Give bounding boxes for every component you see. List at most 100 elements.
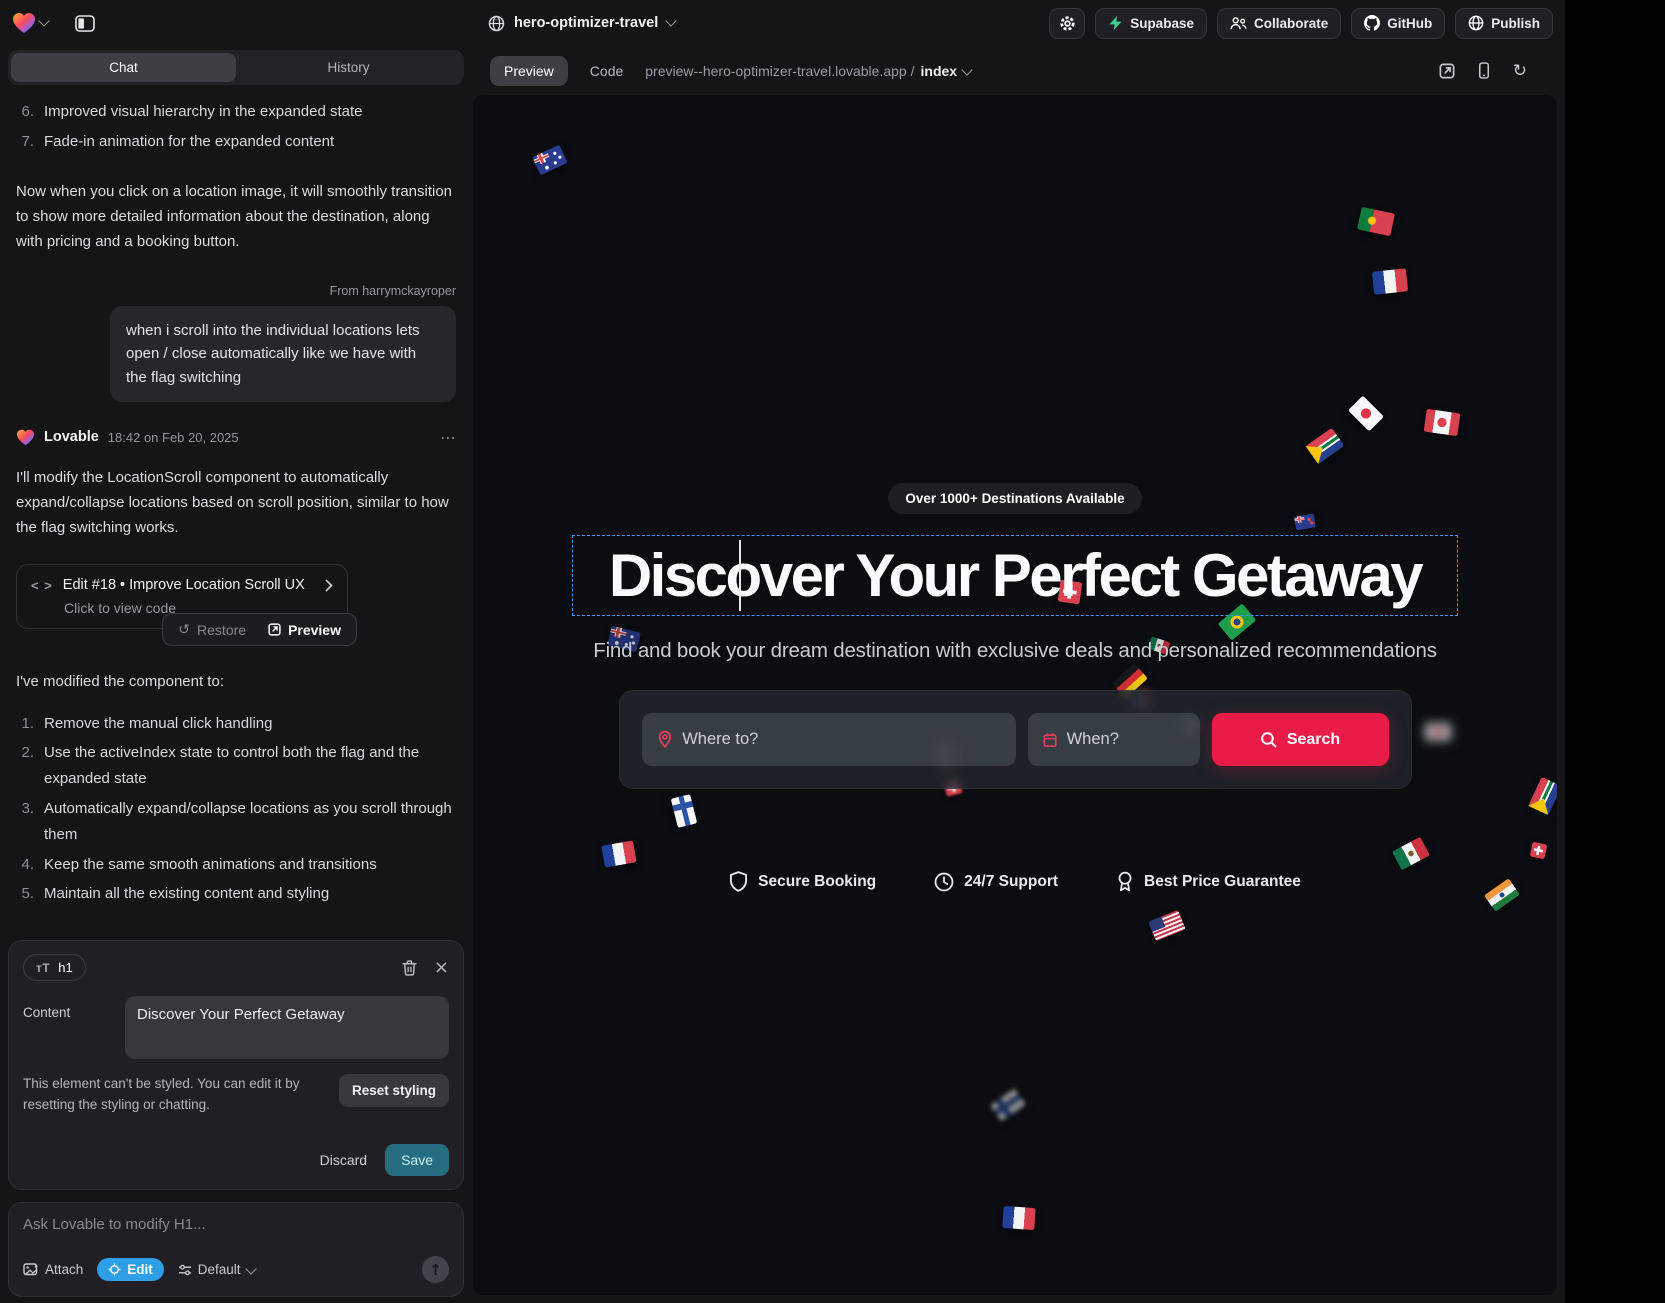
preview-url[interactable]: preview--hero-optimizer-travel.lovable.a… — [645, 63, 971, 79]
mobile-view-button[interactable] — [1478, 62, 1490, 79]
app-window: hero-optimizer-travel Supabase — [0, 0, 1565, 1303]
where-input[interactable] — [682, 730, 1000, 749]
chevron-down-icon — [961, 64, 972, 75]
search-button[interactable]: Search — [1212, 713, 1389, 766]
south-africa-flag-icon — [1306, 428, 1345, 464]
tab-history[interactable]: History — [236, 53, 461, 82]
send-button[interactable]: ↑ — [422, 1256, 449, 1283]
lovable-logo-menu[interactable] — [12, 12, 48, 34]
message-menu-button[interactable]: ⋯ — [440, 428, 456, 447]
usa-flag-icon — [1148, 910, 1186, 941]
tab-code[interactable]: Code — [590, 63, 623, 79]
feature-secure-booking: Secure Booking — [729, 871, 876, 892]
feature-support: 24/7 Support — [934, 872, 1058, 892]
chat-sidebar: Chat History 6. Improved visual hierarch… — [0, 46, 472, 1303]
lovable-heart-icon — [12, 12, 36, 34]
element-content-input[interactable]: Discover Your Perfect Getaway — [125, 996, 449, 1059]
japan-flag-icon — [1425, 723, 1451, 741]
chevron-right-icon — [325, 579, 333, 592]
restore-button[interactable]: ↺ Restore — [167, 622, 257, 638]
publish-button[interactable]: Publish — [1455, 8, 1553, 39]
trash-icon — [402, 960, 417, 976]
typography-icon: тT — [36, 961, 50, 975]
search-icon — [1260, 731, 1277, 748]
collaborate-button[interactable]: Collaborate — [1217, 8, 1341, 39]
award-icon — [1116, 871, 1134, 892]
assistant-paragraph: Now when you click on a location image, … — [16, 179, 456, 255]
delete-element-button[interactable] — [402, 960, 417, 976]
refresh-icon[interactable]: ↻ — [1513, 61, 1527, 81]
where-field[interactable] — [642, 713, 1016, 766]
hero-title[interactable]: Discover Your Perfect Getaway — [609, 541, 1421, 610]
destinations-badge: Over 1000+ Destinations Available — [888, 483, 1141, 514]
chat-messages[interactable]: 6. Improved visual hierarchy in the expa… — [0, 85, 472, 904]
image-icon — [23, 1263, 39, 1277]
save-button[interactable]: Save — [385, 1144, 449, 1176]
when-input[interactable] — [1067, 730, 1185, 749]
github-button[interactable]: GitHub — [1351, 8, 1445, 39]
hero-section: Over 1000+ Destinations Available Discov… — [615, 483, 1415, 892]
chevron-down-icon — [38, 15, 49, 26]
list-item: 7. Fade-in animation for the expanded co… — [16, 129, 456, 155]
chat-message-input[interactable] — [23, 1216, 449, 1233]
version-actions: ↺ Restore Preview — [162, 613, 357, 646]
search-bar: Search — [619, 690, 1412, 789]
canada-flag-icon — [1424, 409, 1461, 437]
assistant-name: Lovable — [44, 429, 99, 445]
chevron-down-icon — [245, 1263, 256, 1274]
element-tag-label: h1 — [58, 960, 72, 975]
assistant-paragraph: I've modified the component to: — [16, 669, 456, 694]
supabase-button[interactable]: Supabase — [1095, 8, 1207, 39]
feature-best-price: Best Price Guarantee — [1116, 871, 1301, 892]
open-in-new-tab-button[interactable] — [1439, 63, 1455, 79]
discard-button[interactable]: Discard — [320, 1152, 367, 1168]
edit-mode-toggle[interactable]: Edit — [97, 1258, 164, 1281]
smartphone-icon — [1478, 62, 1490, 79]
calendar-icon — [1043, 731, 1057, 749]
target-icon — [108, 1263, 121, 1276]
h1-selection-box[interactable]: Discover Your Perfect Getaway — [572, 535, 1458, 616]
supabase-icon — [1108, 15, 1123, 31]
project-name: hero-optimizer-travel — [514, 15, 658, 31]
settings-button[interactable] — [1049, 8, 1085, 39]
globe-icon — [488, 15, 505, 32]
preview-viewport[interactable]: Over 1000+ Destinations Available Discov… — [473, 95, 1557, 1295]
gear-icon — [1059, 15, 1076, 32]
edit-card-title: Edit #18 • Improve Location Scroll UX — [63, 577, 315, 593]
toggle-sidebar-button[interactable] — [68, 6, 102, 40]
tab-chat[interactable]: Chat — [11, 53, 236, 82]
element-editor-panel: тT h1 × Content Discover Your — [8, 940, 464, 1190]
hero-subtitle: Find and book your dream destination wit… — [593, 639, 1437, 663]
clock-icon — [934, 872, 954, 892]
github-icon — [1364, 15, 1380, 31]
edit-version-card[interactable]: < > Edit #18 • Improve Location Scroll U… — [16, 564, 348, 629]
reset-styling-button[interactable]: Reset styling — [339, 1074, 449, 1107]
message-timestamp: 18:42 on Feb 20, 2025 — [108, 430, 239, 445]
preview-toolbar: Preview Code preview--hero-optimizer-tra… — [472, 46, 1565, 95]
attach-button[interactable]: Attach — [23, 1262, 83, 1277]
styling-note: This element can't be styled. You can ed… — [23, 1074, 333, 1116]
message-author-label: From harrymckayroper — [16, 284, 456, 298]
feature-list: Secure Booking 24/7 Support — [729, 871, 1301, 892]
finland-flag-icon — [990, 1088, 1026, 1122]
close-icon[interactable]: × — [434, 959, 449, 977]
element-tag-pill[interactable]: тT h1 — [23, 954, 86, 981]
model-default-selector[interactable]: Default — [178, 1262, 255, 1277]
list-item: 2. Use the activeIndex state to control … — [16, 740, 456, 792]
sidebar-toggle-icon — [75, 15, 95, 32]
map-pin-icon — [657, 730, 673, 749]
south-africa-flag-icon — [1528, 777, 1557, 815]
external-link-icon — [268, 623, 281, 636]
when-field[interactable] — [1028, 713, 1200, 766]
globe-icon — [1468, 15, 1484, 31]
tab-preview[interactable]: Preview — [490, 56, 568, 86]
france-flag-icon — [1002, 1206, 1035, 1230]
preview-version-button[interactable]: Preview — [257, 622, 352, 638]
list-item: 6. Improved visual hierarchy in the expa… — [16, 99, 456, 125]
list-item: 5. Maintain all the existing content and… — [16, 881, 456, 904]
project-switcher[interactable]: hero-optimizer-travel — [488, 0, 675, 46]
assistant-paragraph: I'll modify the LocationScroll component… — [16, 465, 456, 541]
list-item: 1. Remove the manual click handling — [16, 711, 456, 737]
content-label: Content — [23, 996, 111, 1059]
assistant-header: Lovable 18:42 on Feb 20, 2025 ⋯ — [16, 428, 456, 447]
